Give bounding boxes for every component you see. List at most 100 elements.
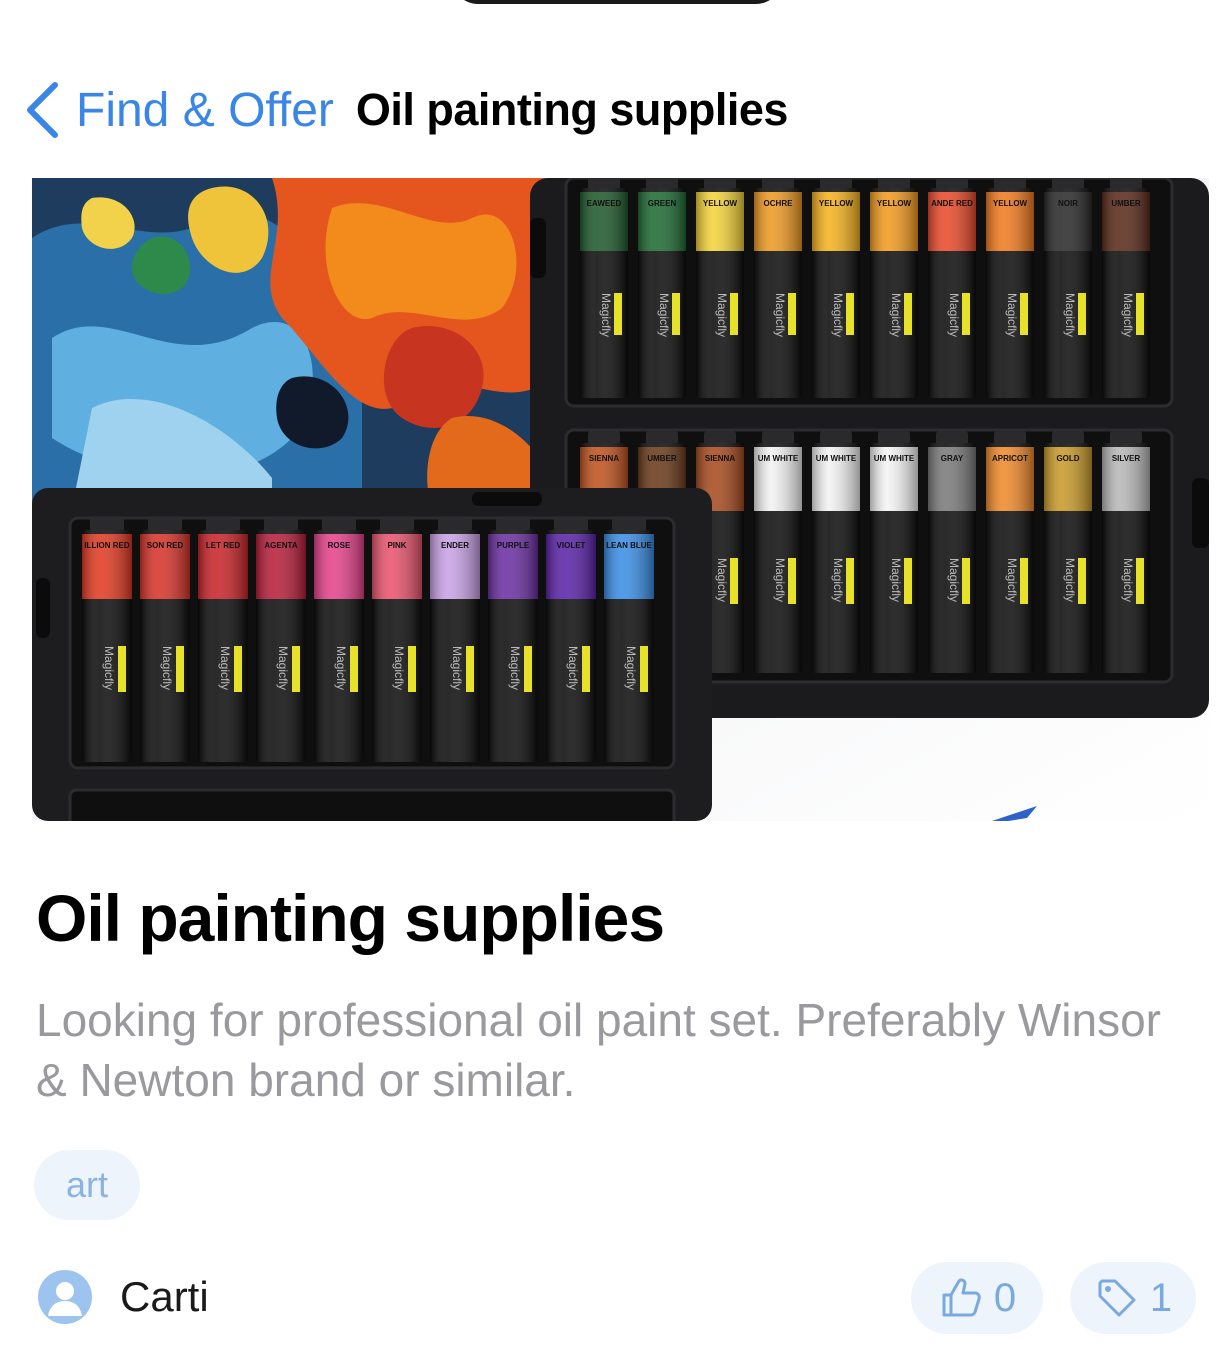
post-description: Looking for professional oil paint set. …: [36, 994, 1162, 1106]
navigation-bar: Find & Offer Oil painting supplies: [0, 70, 1228, 150]
tray-mid-color-label: UM WHITE: [874, 454, 915, 463]
tray-mid-tube: UM WHITE Magicfly: [812, 431, 860, 673]
tray-front-color-label: PINK: [387, 541, 406, 550]
author-name[interactable]: Carti: [120, 1273, 209, 1321]
tray-front-tube: PINK Magicfly: [372, 518, 422, 762]
tray-mid-brand-label: Magicfly: [1005, 558, 1019, 602]
tray-front-color-label: PURPLE: [497, 541, 530, 550]
tray-mid-brand-label: Magicfly: [773, 558, 787, 602]
tray-front-tube: LEAN BLUE Magicfly: [604, 518, 654, 762]
tray-front-brand-label: Magicfly: [218, 646, 232, 690]
tag-label: art: [66, 1164, 109, 1205]
like-button[interactable]: 0: [911, 1262, 1043, 1334]
tray-mid-brand-label: Magicfly: [831, 558, 845, 602]
post-title: Oil painting supplies: [36, 881, 665, 955]
tray-mid-brand-label: Magicfly: [947, 558, 961, 602]
tray-top-color-label: EAWEED: [587, 199, 622, 208]
tray-front-tube: LET RED Magicfly: [198, 518, 248, 762]
tray-front-color-label: LET RED: [206, 541, 240, 550]
tray-top-color-label: OCHRE: [764, 199, 794, 208]
tray-top-brand-label: Magicfly: [889, 293, 903, 337]
tray-top-tube: GREEN Magicfly: [638, 178, 686, 398]
tray-front-tube: ILLION RED Magicfly: [82, 518, 132, 762]
tray-top-brand-label: Magicfly: [599, 293, 613, 337]
tag-chip-art[interactable]: art: [34, 1150, 141, 1220]
tray-front-tube: ENDER Magicfly: [430, 518, 480, 762]
tray-mid-color-label: SIENNA: [589, 454, 619, 463]
tray-mid-brand-label: Magicfly: [1121, 558, 1135, 602]
back-button[interactable]: Find & Offer: [24, 81, 334, 139]
tray-front-color-label: AGENTA: [264, 541, 297, 550]
tray-top-brand-label: Magicfly: [947, 293, 961, 337]
tray-top-color-label: GREEN: [648, 199, 677, 208]
tray-front-brand-label: Magicfly: [276, 646, 290, 690]
tray-mid-color-label: APRICOT: [992, 454, 1028, 463]
tray-top-color-label: YELLOW: [819, 199, 854, 208]
tray-front-color-label: SON RED: [147, 541, 184, 550]
tray-mid-tube: APRICOT Magicfly: [986, 431, 1034, 673]
tray-top-brand-label: Magicfly: [657, 293, 671, 337]
tray-mid-brand-label: Magicfly: [889, 558, 903, 602]
oil-paint-set-illustration: EAWEED Magicfly GREEN Magicfly YELLOW Magicfl…: [32, 178, 1209, 821]
tray-top-color-label: UMBER: [1111, 199, 1141, 208]
tray-front-tube: ROSE Magicfly: [314, 518, 364, 762]
tray-front-tube: VIOLET Magicfly: [546, 518, 596, 762]
tray-front-color-label: ENDER: [441, 541, 469, 550]
tray-mid-color-label: UM WHITE: [816, 454, 857, 463]
tray-top-brand-label: Magicfly: [831, 293, 845, 337]
tray-mid-color-label: GOLD: [1056, 454, 1079, 463]
tray-top-brand-label: Magicfly: [1121, 293, 1135, 337]
tray-top-tube: YELLOW Magicfly: [696, 178, 744, 398]
tray-top-tube: YELLOW Magicfly: [812, 178, 860, 398]
tray-front-tube: PURPLE Magicfly: [488, 518, 538, 762]
tray-front-tube: AGENTA Magicfly: [256, 518, 306, 762]
tray-front-tube: SON RED Magicfly: [140, 518, 190, 762]
tray-mid-color-label: GRAY: [941, 454, 964, 463]
tray-top-tube: NOIR Magicfly: [1044, 178, 1092, 398]
user-icon: [48, 1282, 82, 1316]
post-image[interactable]: EAWEED Magicfly GREEN Magicfly YELLOW Magicfl…: [32, 178, 1209, 821]
tray-top-brand-label: Magicfly: [715, 293, 729, 337]
tray-front-brand-label: Magicfly: [566, 646, 580, 690]
back-label[interactable]: Find & Offer: [76, 83, 334, 138]
tray-front-color-label: ILLION RED: [84, 541, 130, 550]
nav-title: Oil painting supplies: [355, 84, 789, 135]
tray-front-brand-label: Magicfly: [392, 646, 406, 690]
tray-top-color-label: NOIR: [1058, 199, 1078, 208]
author[interactable]: Carti: [38, 1270, 209, 1324]
tray-mid-color-label: SILVER: [1112, 454, 1141, 463]
tray-top-brand-label: Magicfly: [1005, 293, 1019, 337]
device-notch: [452, 0, 782, 4]
tray-top-color-label: YELLOW: [703, 199, 738, 208]
tray-front-brand-label: Magicfly: [334, 646, 348, 690]
tray-top-brand-label: Magicfly: [773, 293, 787, 337]
offer-tag-button[interactable]: 1: [1070, 1262, 1196, 1334]
tray-front-color-label: LEAN BLUE: [606, 541, 652, 550]
tray-mid-tube: UM WHITE Magicfly: [870, 431, 918, 673]
avatar: [38, 1270, 92, 1324]
tray-mid-tube: UM WHITE Magicfly: [754, 431, 802, 673]
tray-front-brand-label: Magicfly: [102, 646, 116, 690]
tray-front-brand-label: Magicfly: [450, 646, 464, 690]
tray-mid-color-label: UM WHITE: [758, 454, 799, 463]
tray-top-tube: UMBER Magicfly: [1102, 178, 1150, 398]
tray-top-tube: YELLOW Magicfly: [870, 178, 918, 398]
tray-front-brand-label: Magicfly: [160, 646, 174, 690]
tray-mid-tube: GOLD Magicfly: [1044, 431, 1092, 673]
tray-top-brand-label: Magicfly: [1063, 293, 1077, 337]
thumbs-up-icon: [942, 1278, 981, 1317]
tag-icon: [1098, 1279, 1136, 1317]
tray-front-color-label: VIOLET: [557, 541, 586, 550]
tray-front-brand-label: Magicfly: [508, 646, 522, 690]
tray-mid-color-label: SIENNA: [705, 454, 735, 463]
tray-top-tube: OCHRE Magicfly: [754, 178, 802, 398]
tray-mid-tube: GRAY Magicfly: [928, 431, 976, 673]
tray-top-tube: EAWEED Magicfly: [580, 178, 628, 398]
tray-mid-brand-label: Magicfly: [1063, 558, 1077, 602]
tray-top-color-label: YELLOW: [993, 199, 1028, 208]
tray-front-color-label: ROSE: [328, 541, 351, 550]
tray-top-tube: YELLOW Magicfly: [986, 178, 1034, 398]
like-count: 0: [993, 1275, 1017, 1320]
chevron-left-icon: [27, 82, 58, 138]
tray-top-tube: ANDE RED Magicfly: [928, 178, 976, 398]
